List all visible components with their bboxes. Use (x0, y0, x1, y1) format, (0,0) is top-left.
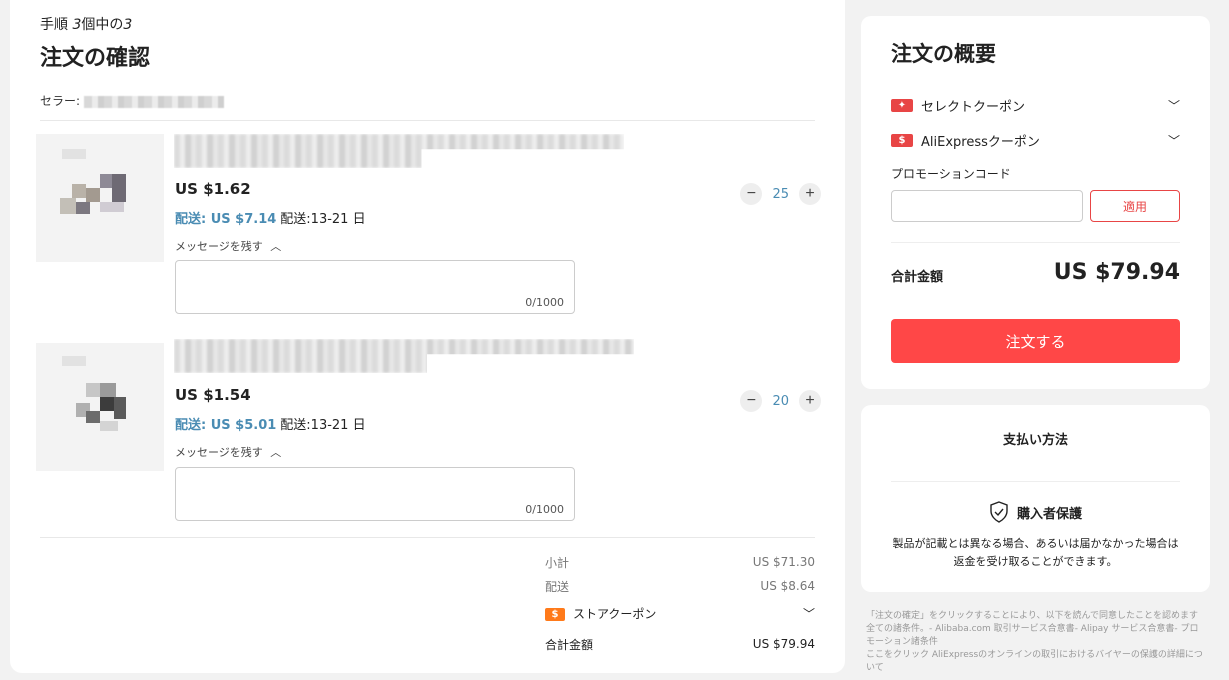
coupon-icon: $ (545, 607, 565, 621)
cart-item: US $1.54 配送: US $5.01 配送:13-21 日 メッセージを残す… (36, 339, 821, 529)
order-summary-title: 注文の概要 (891, 42, 996, 66)
store-coupon-row[interactable]: $ ストアクーポン ﹀ (545, 598, 815, 628)
seller-name-blurred[interactable] (84, 95, 225, 108)
chevron-down-icon[interactable]: ﹀ (1168, 132, 1180, 149)
divider (891, 242, 1180, 243)
message-char-count: 0/1000 (525, 503, 564, 516)
divider (40, 537, 815, 538)
buyer-protection-heading: 購入者保護 (861, 501, 1210, 523)
shield-check-icon (990, 501, 1008, 523)
coupon-icon: $ (891, 133, 913, 147)
chevron-up-icon: ︿ (270, 446, 282, 459)
item-price: US $1.54 (175, 386, 251, 404)
quantity-stepper: − 20 + (740, 390, 821, 412)
promo-code-input[interactable] (891, 190, 1083, 222)
leave-message-toggle[interactable]: メッセージを残す ︿ (175, 444, 281, 460)
plus-icon[interactable]: + (799, 390, 821, 412)
quantity-stepper: − 25 + (740, 183, 821, 205)
store-summary: 小計 US $71.30 配送 US $8.64 $ ストアクーポン ﹀ 合計金額… (545, 550, 815, 656)
chevron-down-icon[interactable]: ﹀ (1168, 97, 1180, 114)
buyer-protection-text: 製品が記載とは異なる場合、あるいは届かなかった場合は返金を受け取ることができます… (892, 537, 1179, 568)
message-field[interactable]: 0/1000 (175, 260, 575, 314)
place-order-button[interactable]: 注文する (891, 319, 1180, 363)
subtotal-row: 小計 US $71.30 (545, 555, 815, 570)
divider (891, 481, 1180, 482)
plus-icon[interactable]: + (799, 183, 821, 205)
message-input[interactable] (184, 267, 568, 301)
shipping-fee-link[interactable]: 配送: US $5.01 (175, 418, 276, 433)
shipping-info: 配送: US $5.01 配送:13-21 日 (175, 414, 366, 433)
order-review-panel: 手順 3個中の3 注文の確認 セラー: US $1.62 配送: US $7.1… (10, 0, 845, 673)
product-title-blurred[interactable] (174, 134, 624, 168)
chevron-down-icon[interactable]: ﹀ (803, 605, 815, 622)
aliexpress-coupon-row[interactable]: $ AliExpressクーポン ﹀ (891, 129, 1180, 151)
store-total-row: 合計金額 US $79.94 (545, 637, 815, 652)
total-value: US $79.94 (1053, 260, 1180, 285)
divider (40, 120, 815, 121)
shipping-fee-link[interactable]: 配送: US $7.14 (175, 212, 276, 227)
quantity-value[interactable]: 25 (772, 187, 789, 202)
page-title: 注文の確認 (40, 46, 151, 71)
shipping-info: 配送: US $7.14 配送:13-21 日 (175, 208, 366, 227)
shipping-row: 配送 US $8.64 (545, 579, 815, 594)
order-summary-panel: 注文の概要 ✦ セレクトクーポン ﹀ $ AliExpressクーポン ﹀ プロ… (861, 16, 1210, 389)
leave-message-toggle[interactable]: メッセージを残す ︿ (175, 238, 281, 254)
seller-info: セラー: (40, 92, 225, 109)
payment-method-title[interactable]: 支払い方法 (861, 429, 1210, 448)
message-input[interactable] (184, 474, 568, 508)
minus-icon[interactable]: − (740, 390, 763, 412)
payment-panel: 支払い方法 購入者保護 製品が記載とは異なる場合、あるいは届かなかった場合は返金… (861, 405, 1210, 592)
product-image[interactable] (36, 134, 164, 262)
seller-label: セラー: (40, 94, 81, 108)
product-title-blurred[interactable] (174, 339, 634, 373)
coupon-icon: ✦ (891, 98, 913, 112)
click-here-link[interactable]: ここをクリック (866, 650, 929, 660)
quantity-value[interactable]: 20 (772, 394, 789, 409)
shipping-days: 配送:13-21 日 (280, 418, 366, 433)
chevron-up-icon: ︿ (270, 240, 282, 253)
legal-notice: 「注文の確定」をクリックすることにより、以下を読んで同意したことを認めます 全て… (866, 611, 1203, 673)
message-field[interactable]: 0/1000 (175, 467, 575, 521)
message-char-count: 0/1000 (525, 296, 564, 309)
minus-icon[interactable]: − (740, 183, 763, 205)
step-indicator: 手順 3個中の3 (40, 17, 133, 33)
shipping-days: 配送:13-21 日 (280, 212, 366, 227)
alibaba-agreement-link[interactable]: - Alibaba.com 取引サービス合意書 (929, 624, 1075, 634)
item-price: US $1.62 (175, 180, 251, 198)
select-coupon-row[interactable]: ✦ セレクトクーポン ﹀ (891, 94, 1180, 116)
cart-item: US $1.62 配送: US $7.14 配送:13-21 日 メッセージを残す… (36, 134, 821, 324)
promo-code-label: プロモーションコード (891, 167, 1011, 181)
product-image[interactable] (36, 343, 164, 471)
alipay-agreement-link[interactable]: - Alipay サービス合意書 (1075, 624, 1175, 634)
apply-button[interactable]: 適用 (1090, 190, 1180, 222)
total-label: 合計金額 (891, 270, 944, 285)
